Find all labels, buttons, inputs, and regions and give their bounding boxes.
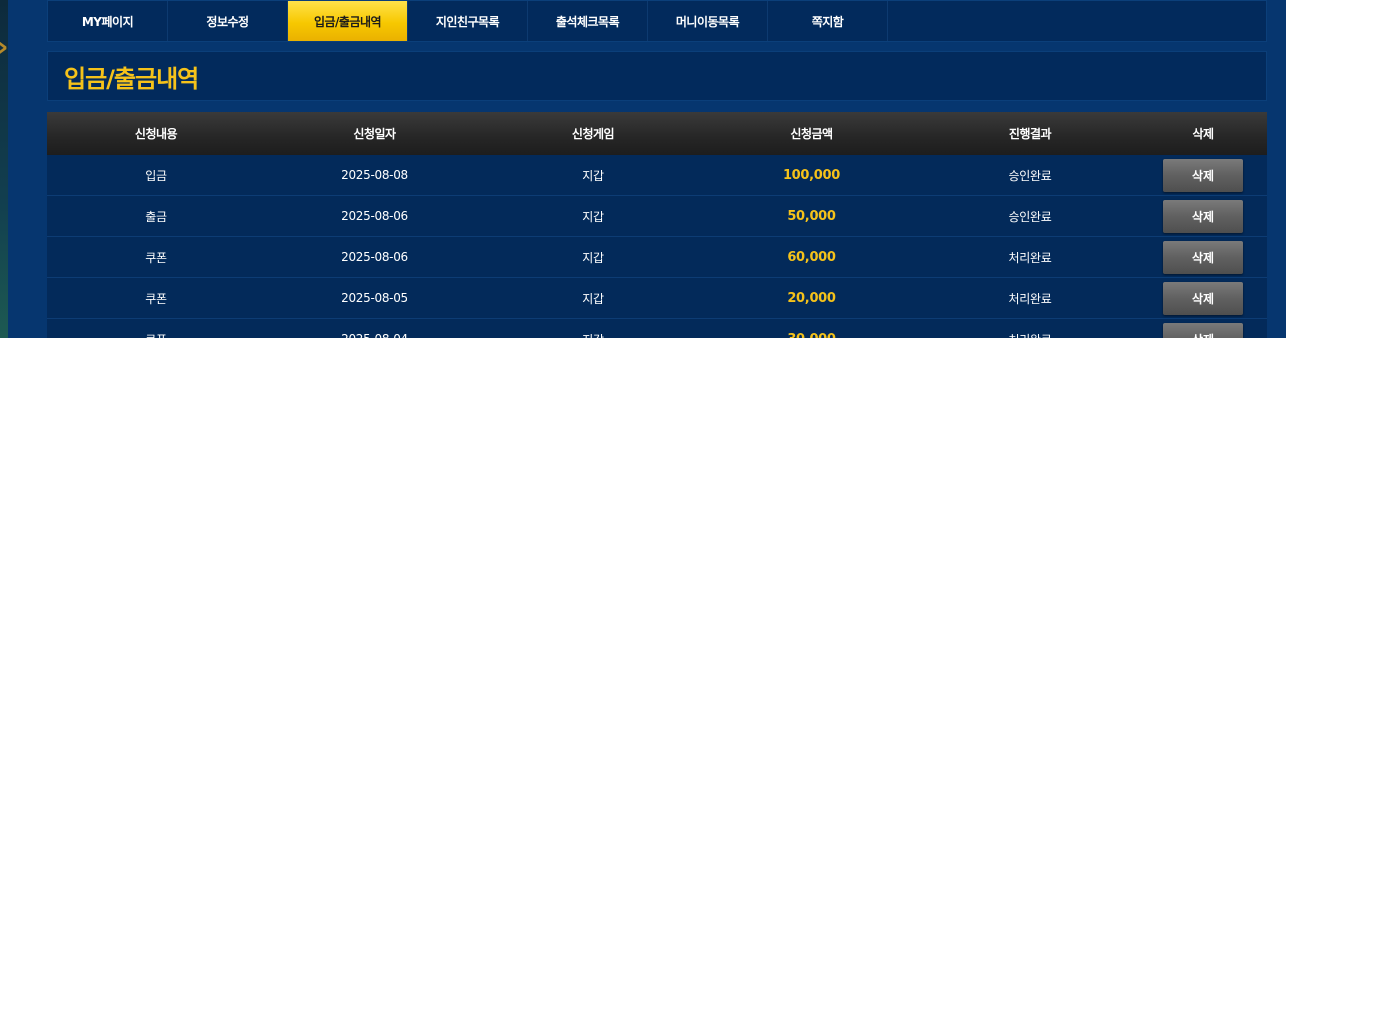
mypage-tab-bar: MY페이지 정보수정 입금/출금내역 지인친구목록 출석체크목록 머니이동목록 …	[47, 0, 1267, 42]
table-row: 출금 2025-08-06 지갑 50,000 승인완료 삭제	[47, 196, 1267, 237]
cell-status: 처리완료	[1008, 291, 1052, 306]
tab-messages[interactable]: 쪽지함	[768, 1, 888, 41]
history-table: 신청내용 신청일자 신청게임 신청금액 진행결과 삭제 입금 2025-08-0…	[47, 112, 1267, 338]
cell-delete: 삭제	[1139, 278, 1267, 318]
cell-game: 지갑	[582, 291, 604, 306]
cell-type: 입금	[145, 168, 167, 183]
cell-game: 지갑	[484, 319, 702, 339]
cell-type: 출금	[145, 209, 167, 224]
cell-status: 승인완료	[1008, 168, 1052, 183]
cell-date: 2025-08-08	[341, 168, 408, 182]
tab-mypage[interactable]: MY페이지	[48, 1, 168, 41]
delete-button[interactable]: 삭제	[1163, 158, 1243, 192]
cell-amount: 60,000	[787, 249, 836, 265]
tab-deposit-withdraw-history[interactable]: 입금/출금내역	[288, 1, 408, 41]
cell-status: 승인완료	[1008, 209, 1052, 224]
cell-delete: 삭제	[1139, 237, 1267, 277]
cell-amount: 50,000	[787, 208, 836, 224]
cell-type: 쿠폰	[145, 291, 167, 306]
background-art: ›	[0, 0, 9, 338]
delete-button[interactable]: 삭제	[1163, 322, 1243, 338]
mypage-content: MY페이지 정보수정 입금/출금내역 지인친구목록 출석체크목록 머니이동목록 …	[47, 0, 1267, 338]
cell-game: 지갑	[582, 168, 604, 183]
cell-type: 쿠폰	[47, 319, 265, 339]
delete-button[interactable]: 삭제	[1163, 240, 1243, 274]
decorative-mark-icon: ›	[0, 30, 9, 64]
table-header: 신청내용 신청일자 신청게임 신청금액 진행결과 삭제	[47, 112, 1267, 155]
cell-amount: 30,000	[702, 319, 921, 339]
cell-delete: 삭제	[1139, 196, 1267, 236]
delete-button[interactable]: 삭제	[1163, 281, 1243, 315]
cell-type: 쿠폰	[145, 250, 167, 265]
cell-date: 2025-08-06	[341, 250, 408, 264]
tab-referral-friends[interactable]: 지인친구목록	[408, 1, 528, 41]
header-delete: 삭제	[1192, 127, 1214, 141]
page-title: 입금/출금내역	[64, 64, 199, 93]
page-title-bar: 입금/출금내역	[47, 51, 1267, 101]
page-viewport: › MY페이지 정보수정 입금/출금내역 지인친구목록 출석체크목록 머니이동목…	[0, 0, 1286, 338]
tab-edit-info[interactable]: 정보수정	[168, 1, 288, 41]
header-request-type: 신청내용	[134, 127, 178, 141]
cell-delete: 삭제	[1139, 319, 1267, 338]
header-status: 진행결과	[1008, 127, 1052, 141]
header-request-game: 신청게임	[571, 127, 615, 141]
header-request-amount: 신청금액	[790, 127, 833, 141]
tab-attendance-check[interactable]: 출석체크목록	[528, 1, 648, 41]
delete-button[interactable]: 삭제	[1163, 199, 1243, 233]
tab-money-transfer[interactable]: 머니이동목록	[648, 1, 768, 41]
table-row: 쿠폰 2025-08-04 지갑 30,000 처리완료 삭제	[47, 319, 1267, 338]
cell-date: 2025-08-06	[341, 209, 408, 223]
table-row: 입금 2025-08-08 지갑 100,000 승인완료 삭제	[47, 155, 1267, 196]
cell-amount: 100,000	[782, 167, 841, 183]
cell-game: 지갑	[582, 209, 604, 224]
cell-status: 처리완료	[921, 319, 1139, 339]
header-request-date: 신청일자	[353, 127, 396, 141]
table-row: 쿠폰 2025-08-06 지갑 60,000 처리완료 삭제	[47, 237, 1267, 278]
cell-delete: 삭제	[1139, 155, 1267, 195]
cell-game: 지갑	[582, 250, 604, 265]
cell-amount: 20,000	[787, 290, 836, 306]
cell-date: 2025-08-04	[265, 319, 484, 338]
table-row: 쿠폰 2025-08-05 지갑 20,000 처리완료 삭제	[47, 278, 1267, 319]
cell-status: 처리완료	[1008, 250, 1052, 265]
cell-date: 2025-08-05	[341, 291, 408, 305]
